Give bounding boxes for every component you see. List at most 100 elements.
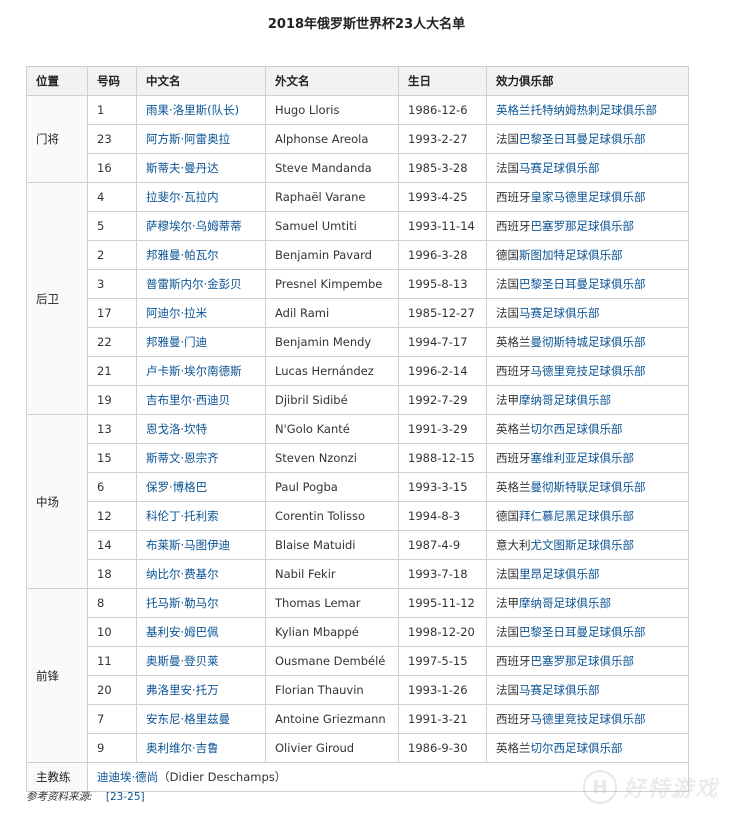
number-cell: 13 — [87, 414, 137, 444]
header-club: 效力俱乐部 — [486, 66, 689, 96]
number-cell: 4 — [87, 182, 137, 212]
position-cell: 中场 — [26, 414, 88, 589]
player-name-link[interactable]: 雨果·洛里斯(队长) — [146, 103, 239, 117]
chinese-name-cell: 奥斯曼·登贝莱 — [136, 646, 266, 676]
table-row: 6 保罗·博格巴 Paul Pogba 1993-3-15 英格兰曼彻斯特联足球俱乐部 — [27, 472, 689, 502]
references: 参考资料来源: [23-25] — [26, 789, 145, 804]
club-cell: 西班牙皇家马德里足球俱乐部 — [486, 182, 689, 212]
club-country: 法国 — [496, 625, 519, 639]
player-name-link[interactable]: 斯蒂夫·曼丹达 — [146, 161, 219, 175]
club-link[interactable]: 马赛足球俱乐部 — [519, 161, 600, 175]
number-cell: 15 — [87, 443, 137, 473]
club-link[interactable]: 切尔西足球俱乐部 — [531, 422, 623, 436]
club-link[interactable]: 巴塞罗那足球俱乐部 — [531, 654, 635, 668]
foreign-name-cell: Paul Pogba — [265, 472, 399, 502]
chinese-name-cell: 恩戈洛·坎特 — [136, 414, 266, 444]
player-name-link[interactable]: 拉斐尔·瓦拉内 — [146, 190, 219, 204]
club-link[interactable]: 塞维利亚足球俱乐部 — [531, 451, 635, 465]
birthday-cell: 1988-12-15 — [398, 443, 487, 473]
header-position: 位置 — [26, 66, 88, 96]
birthday-cell: 1993-7-18 — [398, 559, 487, 589]
number-cell: 23 — [87, 124, 137, 154]
club-link[interactable]: 马赛足球俱乐部 — [519, 683, 600, 697]
foreign-name-cell: Blaise Matuidi — [265, 530, 399, 560]
club-country: 英格兰 — [496, 741, 531, 755]
club-link[interactable]: 巴黎圣日耳曼足球俱乐部 — [519, 625, 646, 639]
player-name-link[interactable]: 阿方斯·阿雷奥拉 — [146, 132, 230, 146]
club-link[interactable]: 马赛足球俱乐部 — [519, 306, 600, 320]
club-link[interactable]: 摩纳哥足球俱乐部 — [519, 596, 611, 610]
club-link[interactable]: 拜仁慕尼黑足球俱乐部 — [519, 509, 634, 523]
club-cell: 德国斯图加特足球俱乐部 — [486, 240, 689, 270]
birthday-cell: 1985-12-27 — [398, 298, 487, 328]
player-name-link[interactable]: 奥利维尔·吉鲁 — [146, 741, 219, 755]
foreign-name-cell: Florian Thauvin — [265, 675, 399, 705]
player-name-link[interactable]: 萨穆埃尔·乌姆蒂蒂 — [146, 219, 242, 233]
club-link[interactable]: 尤文图斯足球俱乐部 — [531, 538, 635, 552]
club-cell: 英格兰曼彻斯特联足球俱乐部 — [486, 472, 689, 502]
player-name-link[interactable]: 奥斯曼·登贝莱 — [146, 654, 219, 668]
club-cell: 英格兰曼彻斯特城足球俱乐部 — [486, 327, 689, 357]
club-link[interactable]: 摩纳哥足球俱乐部 — [519, 393, 611, 407]
chinese-name-cell: 奥利维尔·吉鲁 — [136, 733, 266, 763]
player-name-link[interactable]: 安东尼·格里兹曼 — [146, 712, 230, 726]
club-link[interactable]: 曼彻斯特城足球俱乐部 — [531, 335, 646, 349]
page-title: 2018年俄罗斯世界杯23人大名单 — [267, 17, 466, 32]
club-link[interactable]: 马德里竞技足球俱乐部 — [531, 364, 646, 378]
player-name-link[interactable]: 斯蒂文·恩宗齐 — [146, 451, 219, 465]
player-name-link[interactable]: 卢卡斯·埃尔南德斯 — [146, 364, 242, 378]
coach-name-link[interactable]: 迪迪埃·德尚 — [97, 770, 158, 784]
references-link[interactable]: [23-25] — [106, 791, 145, 803]
player-name-link[interactable]: 纳比尔·费基尔 — [146, 567, 219, 581]
foreign-name-cell: Ousmane Dembélé — [265, 646, 399, 676]
club-link[interactable]: 切尔西足球俱乐部 — [531, 741, 623, 755]
player-name-link[interactable]: 阿迪尔·拉米 — [146, 306, 207, 320]
club-country: 西班牙 — [496, 654, 531, 668]
number-cell: 16 — [87, 153, 137, 183]
birthday-cell: 1993-1-26 — [398, 675, 487, 705]
club-link[interactable]: 皇家马德里足球俱乐部 — [531, 190, 646, 204]
club-link[interactable]: 巴黎圣日耳曼足球俱乐部 — [519, 277, 646, 291]
birthday-cell: 1994-7-17 — [398, 327, 487, 357]
player-name-link[interactable]: 基利安·姆巴佩 — [146, 625, 219, 639]
club-country: 西班牙 — [496, 364, 531, 378]
birthday-cell: 1995-8-13 — [398, 269, 487, 299]
club-country: 意大利 — [496, 538, 531, 552]
player-name-link[interactable]: 保罗·博格巴 — [146, 480, 207, 494]
foreign-name-cell: Presnel Kimpembe — [265, 269, 399, 299]
foreign-name-cell: Samuel Umtiti — [265, 211, 399, 241]
club-country: 法甲 — [496, 596, 519, 610]
club-link[interactable]: 曼彻斯特联足球俱乐部 — [531, 480, 646, 494]
club-cell: 意大利尤文图斯足球俱乐部 — [486, 530, 689, 560]
foreign-name-cell: Antoine Griezmann — [265, 704, 399, 734]
club-link[interactable]: 斯图加特足球俱乐部 — [519, 248, 623, 262]
player-name-link[interactable]: 弗洛里安·托万 — [146, 683, 219, 697]
player-name-link[interactable]: 科伦丁·托利索 — [146, 509, 219, 523]
chinese-name-cell: 萨穆埃尔·乌姆蒂蒂 — [136, 211, 266, 241]
table-row: 14 布莱斯·马图伊迪 Blaise Matuidi 1987-4-9 意大利尤文图斯足… — [27, 530, 689, 560]
birthday-cell: 1995-11-12 — [398, 588, 487, 618]
table-row: 21 卢卡斯·埃尔南德斯 Lucas Hernández 1996-2-14 西班牙马德… — [27, 356, 689, 386]
table-row: 3 普雷斯内尔·金彭贝 Presnel Kimpembe 1995-8-13 法国巴黎圣… — [27, 269, 689, 299]
player-name-link[interactable]: 普雷斯内尔·金彭贝 — [146, 277, 242, 291]
chinese-name-cell: 雨果·洛里斯(队长) — [136, 95, 266, 125]
player-name-link[interactable]: 恩戈洛·坎特 — [146, 422, 207, 436]
club-link[interactable]: 巴黎圣日耳曼足球俱乐部 — [519, 132, 646, 146]
club-link[interactable]: 英格兰托特纳姆热刺足球俱乐部 — [496, 103, 657, 117]
club-link[interactable]: 马德里竞技足球俱乐部 — [531, 712, 646, 726]
birthday-cell: 1998-12-20 — [398, 617, 487, 647]
club-cell: 法国巴黎圣日耳曼足球俱乐部 — [486, 269, 689, 299]
club-link[interactable]: 巴塞罗那足球俱乐部 — [531, 219, 635, 233]
player-name-link[interactable]: 吉布里尔·西迪贝 — [146, 393, 230, 407]
player-name-link[interactable]: 布莱斯·马图伊迪 — [146, 538, 230, 552]
club-country: 英格兰 — [496, 335, 531, 349]
number-cell: 5 — [87, 211, 137, 241]
club-link[interactable]: 里昂足球俱乐部 — [519, 567, 600, 581]
club-country: 德国 — [496, 248, 519, 262]
player-name-link[interactable]: 邦雅曼·门迪 — [146, 335, 207, 349]
player-name-link[interactable]: 托马斯·勒马尔 — [146, 596, 219, 610]
chinese-name-cell: 斯蒂夫·曼丹达 — [136, 153, 266, 183]
chinese-name-cell: 弗洛里安·托万 — [136, 675, 266, 705]
position-cell: 后卫 — [26, 182, 88, 415]
player-name-link[interactable]: 邦雅曼·帕瓦尔 — [146, 248, 219, 262]
